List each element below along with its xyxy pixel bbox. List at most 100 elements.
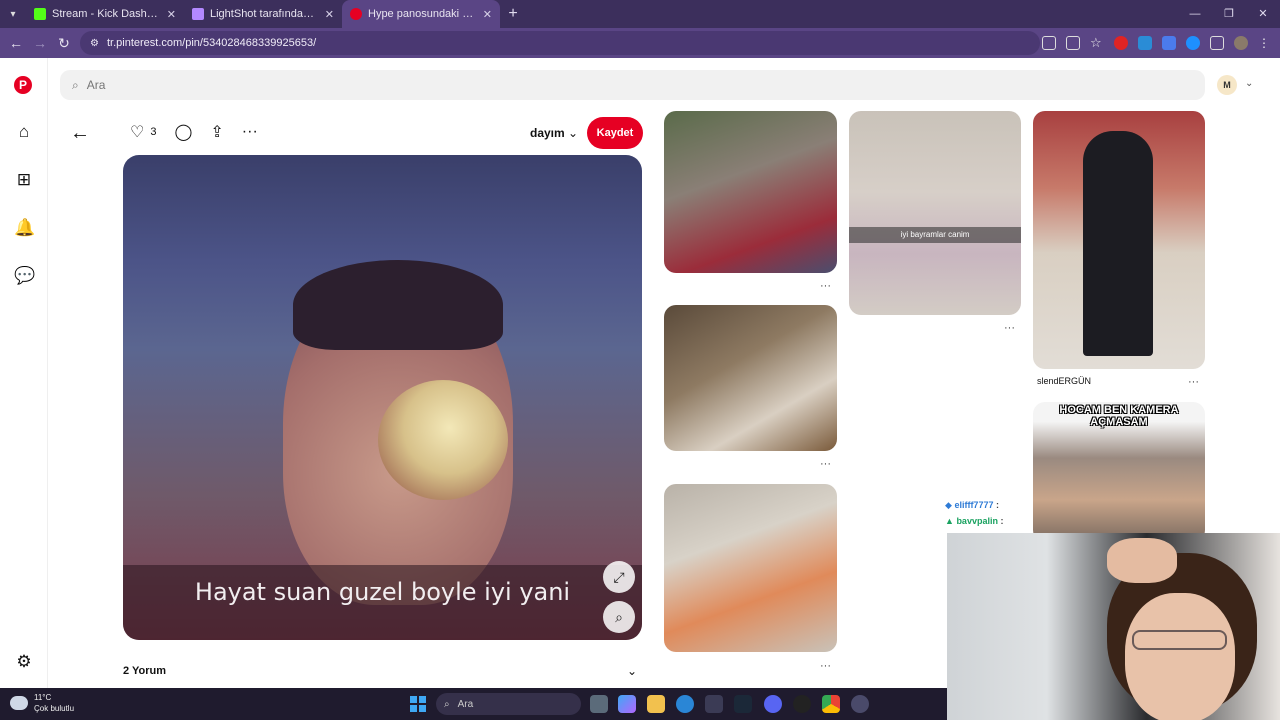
taskbar-search[interactable]: ⌕ Ara [436,693,581,715]
restore-icon[interactable]: ❐ [1212,0,1246,28]
pin-more-icon[interactable]: ··· [1188,376,1199,388]
pin-main-image[interactable]: Hayat suan guzel boyle iyi yani ⤢ ⌕ [123,155,642,640]
share-icon[interactable]: ⇪ [210,122,223,142]
pin-action-bar: ♡ 3 ◯ ⇪ ··· [130,122,258,142]
webcam-glasses [1132,630,1227,650]
profile-avatar-icon[interactable] [1234,36,1248,50]
extension-7tv-icon[interactable] [1138,36,1152,50]
file-explorer-icon[interactable] [647,695,665,713]
url-field[interactable]: ⚙ tr.pinterest.com/pin/53402846833992565… [80,31,1040,55]
close-tab-icon[interactable]: ✕ [325,8,334,21]
expand-icon[interactable]: ⤢ [603,561,635,593]
home-icon[interactable]: ⌂ [14,122,34,142]
pin-more-icon[interactable]: ··· [1004,322,1015,334]
tab-title: LightShot tarafından Ekran Gör [210,8,319,20]
github-icon[interactable] [793,695,811,713]
reload-icon[interactable]: ↻ [52,35,76,52]
translate-icon[interactable] [1066,36,1080,50]
window-controls: — ❐ ✕ [1178,0,1280,28]
close-tab-icon[interactable]: ✕ [483,8,492,21]
settings-gear-icon[interactable]: ⚙ [14,652,34,672]
chat-username: bavvpalin [956,516,998,526]
save-button[interactable]: Kaydet [587,117,643,149]
pin-more-icon[interactable]: ··· [820,458,831,470]
grid-pin[interactable]: HOCAM BEN KAMERA AÇMASAM [1033,402,1205,542]
tab-kick-dashboard[interactable]: Stream - Kick Dashboard ✕ [26,0,184,28]
webcam-hand [1107,538,1177,583]
photo-bottle [378,380,508,500]
copilot-icon[interactable] [618,695,636,713]
minimize-icon[interactable]: — [1178,0,1212,28]
steam-icon[interactable] [734,695,752,713]
grid-pin[interactable] [664,484,837,652]
more-options-icon[interactable]: ··· [242,123,258,141]
grid-pin[interactable] [1033,111,1205,369]
back-icon[interactable]: ← [4,35,28,51]
bookmark-star-icon[interactable]: ☆ [1090,36,1104,50]
tab-search-icon[interactable]: ▾ [0,0,26,28]
chevron-down-icon: ⌄ [568,126,579,140]
store-icon[interactable] [705,695,723,713]
kick-favicon-icon [34,8,46,20]
tab-lightshot[interactable]: LightShot tarafından Ekran Gör ✕ [184,0,342,28]
board-name: dayım [530,126,565,140]
cloud-icon [10,696,28,710]
account-chevron-down-icon[interactable]: ⌄ [1245,78,1253,89]
settings-taskbar-icon[interactable] [851,695,869,713]
weather-widget[interactable]: 11°C Çok bulutlu [10,692,74,714]
like-count: 3 [150,126,157,138]
chat-username: elifff7777 [954,500,994,510]
comments-chevron-down-icon[interactable]: ⌄ [627,664,637,678]
extension-blue-icon[interactable] [1186,36,1200,50]
back-arrow-icon[interactable]: ← [70,122,90,145]
address-bar-row: ← → ↻ ⚙ tr.pinterest.com/pin/53402846833… [0,28,1280,58]
pin-more-icon[interactable]: ··· [820,280,831,292]
windows-taskbar: 11°C Çok bulutlu ⌕ Ara [0,688,947,720]
search-input[interactable]: ⌕ Ara [60,70,1205,100]
url-text: tr.pinterest.com/pin/534028468339925653/ [106,37,317,49]
user-avatar[interactable]: M [1217,75,1237,95]
chrome-icon[interactable] [822,695,840,713]
weather-condition: Çok bulutlu [34,704,75,713]
comments-count[interactable]: 2 Yorum [123,665,166,677]
grid-pin[interactable] [664,305,837,451]
chat-badge-icon: ▲ [945,516,954,526]
messages-icon[interactable]: 💬 [14,266,35,286]
tab-pinterest-pin[interactable]: Hype panosundaki Pin ✕ [342,0,500,28]
pin-caption: Hayat suan guzel boyle iyi yani [194,578,571,606]
search-icon: ⌕ [444,698,450,710]
extensions-area: ☆ ⋮ [1042,28,1272,58]
pin-more-icon[interactable]: ··· [820,660,831,672]
pin-title: slendERGÜN [1037,376,1092,386]
pinterest-favicon-icon [350,8,362,20]
menu-kebab-icon[interactable]: ⋮ [1258,36,1272,50]
pin-overlay-text: HOCAM BEN KAMERA AÇMASAM [1059,404,1179,428]
pinterest-sidebar: P ⌂ ⊞ 🔔 💬 ⚙ [0,58,48,688]
comment-icon[interactable]: ◯ [174,122,192,142]
pinterest-logo-icon[interactable]: P [14,76,32,94]
extension-audio-icon[interactable] [1162,36,1176,50]
notifications-bell-icon[interactable]: 🔔 [14,218,35,238]
extension-red-icon[interactable] [1114,36,1128,50]
edge-icon[interactable] [676,695,694,713]
cast-icon[interactable] [1042,36,1056,50]
new-tab-button[interactable]: + [500,5,526,23]
visual-search-icon[interactable]: ⌕ [603,601,635,633]
extensions-puzzle-icon[interactable] [1210,36,1224,50]
grid-pin[interactable] [664,111,837,273]
temperature: 11°C [34,693,52,702]
close-tab-icon[interactable]: ✕ [167,8,176,21]
stream-chat-line: ▲ bavvpalin : [945,516,1004,526]
heart-icon[interactable]: ♡ [130,122,144,142]
task-view-icon[interactable] [590,695,608,713]
lightshot-favicon-icon [192,8,204,20]
webcam-face [1125,593,1235,720]
site-info-icon[interactable]: ⚙ [90,38,99,49]
windows-start-icon[interactable] [410,696,426,712]
create-icon[interactable]: ⊞ [14,170,34,190]
board-selector[interactable]: dayım ⌄ [530,126,578,140]
grid-pin[interactable]: iyi bayramlar canim [849,111,1021,315]
forward-icon[interactable]: → [28,35,52,51]
close-window-icon[interactable]: ✕ [1246,0,1280,28]
discord-icon[interactable] [764,695,782,713]
